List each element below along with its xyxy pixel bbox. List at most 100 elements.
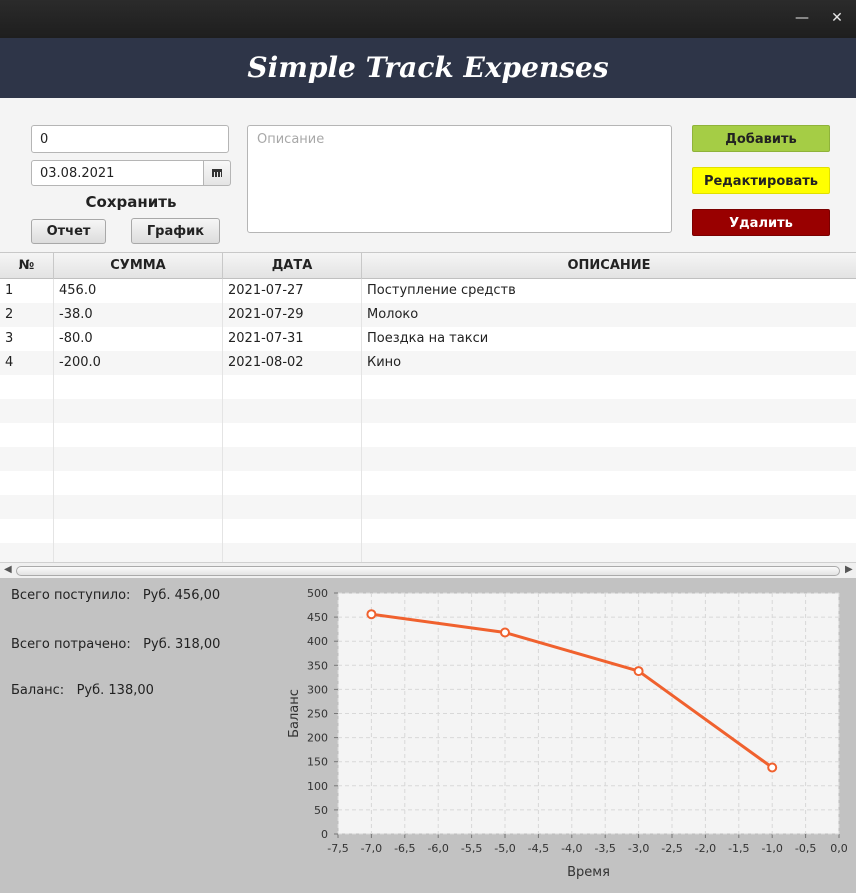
table-cell <box>0 399 54 423</box>
y-axis-title: Баланс <box>287 689 302 738</box>
horizontal-scrollbar[interactable]: ◀ ▶ <box>0 562 856 578</box>
spent-value: Руб. 318,00 <box>143 637 221 652</box>
x-tick-label: 0,0 <box>830 842 848 855</box>
table-cell <box>54 375 223 399</box>
x-tick-label: -1,0 <box>761 842 782 855</box>
report-button[interactable]: Отчет <box>31 219 106 244</box>
table-cell <box>223 495 362 519</box>
table-row[interactable]: 4 -200.0 2021-08-02 Кино <box>0 351 856 375</box>
x-tick-label: -0,5 <box>795 842 816 855</box>
table-row[interactable]: 1 456.0 2021-07-27 Поступление средств <box>0 279 856 303</box>
delete-button[interactable]: Удалить <box>692 209 830 236</box>
column-header-description[interactable]: ОПИСАНИЕ <box>362 253 856 279</box>
balance-chart: -7,5 -7,0 -6,5 -6,0 -5,5 -5,0 -4,5 -4,0 -3,5 -3,0… <box>287 587 848 880</box>
minimize-button[interactable]: — <box>790 6 814 30</box>
column-header-date[interactable]: ДАТА <box>223 253 362 279</box>
table-cell <box>362 423 856 447</box>
chart-button[interactable]: График <box>131 218 220 244</box>
column-header-number[interactable]: № <box>0 253 54 279</box>
table-row[interactable] <box>0 495 856 519</box>
app-header: Simple Track Expenses <box>0 38 856 98</box>
y-tick-label: 100 <box>307 780 328 793</box>
table-row[interactable] <box>0 471 856 495</box>
edit-button[interactable]: Редактировать <box>692 167 830 194</box>
date-input[interactable]: 03.08.2021 <box>31 160 204 186</box>
x-axis-title: Время <box>567 865 610 880</box>
y-tick-label: 400 <box>307 635 328 648</box>
table-cell: Кино <box>367 355 402 370</box>
x-tick-label: -5,0 <box>494 842 515 855</box>
balance-value: Руб. 138,00 <box>76 683 154 698</box>
transactions-table[interactable]: № СУММА ДАТА ОПИСАНИЕ 1 456.0 2021-07-27 По… <box>0 252 856 578</box>
close-button[interactable]: ✕ <box>825 6 849 30</box>
table-cell <box>0 495 54 519</box>
y-tick-label: 350 <box>307 659 328 672</box>
x-tick-label: -4,5 <box>528 842 549 855</box>
table-cell <box>0 519 54 543</box>
table-cell: -38.0 <box>54 303 223 327</box>
table-cell <box>362 495 856 519</box>
table-cell: 3 <box>0 327 54 351</box>
x-tick-label: -5,5 <box>461 842 482 855</box>
scroll-right-icon[interactable]: ▶ <box>845 564 853 575</box>
table-row[interactable] <box>0 423 856 447</box>
plot-area <box>337 592 840 835</box>
balance-stat: Баланс: Руб. 138,00 <box>11 683 154 698</box>
y-tick-label: 500 <box>307 587 328 600</box>
table-row[interactable]: 3 -80.0 2021-07-31 Поездка на такси <box>0 327 856 351</box>
table-cell <box>0 375 54 399</box>
table-cell: Молоко <box>367 307 419 322</box>
scroll-left-icon[interactable]: ◀ <box>4 564 12 575</box>
data-point <box>366 609 377 620</box>
table-cell <box>362 519 856 543</box>
table-cell: 2 <box>0 303 54 327</box>
add-button[interactable]: Добавить <box>692 125 830 152</box>
description-textarea[interactable]: Описание <box>247 125 672 233</box>
table-cell <box>223 423 362 447</box>
table-cell <box>362 375 856 399</box>
table-cell <box>54 495 223 519</box>
balance-label: Баланс: <box>11 683 65 698</box>
income-value: Руб. 456,00 <box>142 588 221 603</box>
table-cell: Поступление средств <box>367 283 516 298</box>
table-cell <box>223 399 362 423</box>
table-cell <box>0 447 54 471</box>
table-row[interactable]: 2 -38.0 2021-07-29 Молоко <box>0 303 856 327</box>
y-tick-label: 200 <box>307 732 328 745</box>
table-cell: -200.0 <box>54 351 223 375</box>
table-cell <box>362 399 856 423</box>
table-cell <box>54 447 223 471</box>
table-row[interactable] <box>0 375 856 399</box>
table-row[interactable] <box>0 519 856 543</box>
table-row[interactable] <box>0 399 856 423</box>
table-cell: 2021-07-27 <box>223 279 362 303</box>
amount-input[interactable]: 0 <box>31 125 229 153</box>
x-tick-label: -6,0 <box>427 842 448 855</box>
table-cell <box>223 519 362 543</box>
table-cell <box>362 447 856 471</box>
y-tick-label: 50 <box>314 804 328 817</box>
x-tick-label: -1,5 <box>728 842 749 855</box>
x-tick-label: -7,0 <box>361 842 382 855</box>
table-cell <box>223 447 362 471</box>
x-tick-label: -2,0 <box>695 842 716 855</box>
date-picker-button[interactable] <box>203 160 231 186</box>
table-cell <box>0 471 54 495</box>
x-tick-label: -2,5 <box>661 842 682 855</box>
y-tick-label: 150 <box>307 756 328 769</box>
scrollbar-thumb[interactable] <box>16 566 840 576</box>
y-tick-label: 0 <box>321 828 328 841</box>
table-cell <box>0 423 54 447</box>
app-title: Simple Track Expenses <box>247 51 609 84</box>
x-tick-label: -3,0 <box>628 842 649 855</box>
table-header: № СУММА ДАТА ОПИСАНИЕ <box>0 253 856 279</box>
table-cell: 2021-07-29 <box>223 303 362 327</box>
table-cell <box>223 471 362 495</box>
save-label[interactable]: Сохранить <box>31 193 231 211</box>
column-header-amount[interactable]: СУММА <box>54 253 223 279</box>
data-point <box>633 666 644 677</box>
table-cell <box>223 375 362 399</box>
table-row[interactable] <box>0 447 856 471</box>
x-tick-label: -4,0 <box>561 842 582 855</box>
income-label: Всего поступило: <box>11 588 131 603</box>
